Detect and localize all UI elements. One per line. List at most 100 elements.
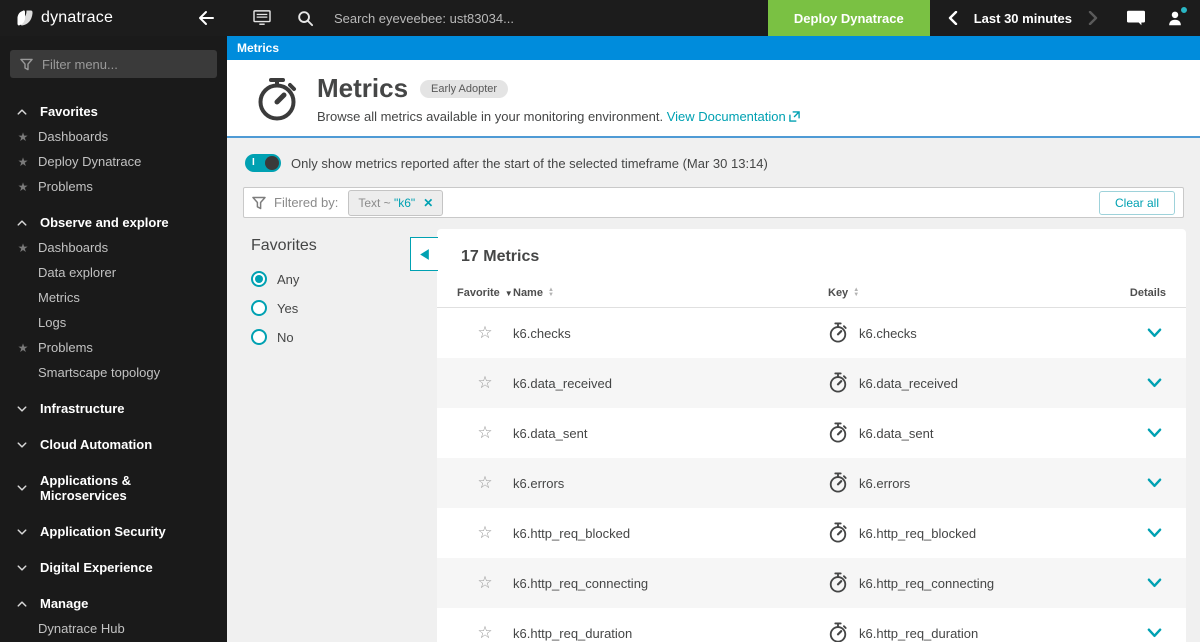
favorite-star-outline-icon[interactable]: ☆ <box>457 323 513 343</box>
favorites-option-any[interactable]: Any <box>251 271 317 287</box>
favorite-star-outline-icon[interactable]: ☆ <box>457 523 513 543</box>
timeframe-next-icon[interactable] <box>1088 0 1098 36</box>
sort-descending-icon: ▼ <box>504 288 513 298</box>
table-row[interactable]: ☆ k6.data_sent k6.data_sent <box>437 408 1186 458</box>
sidebar-section-infrastructure[interactable]: Infrastructure <box>0 391 227 421</box>
details-cell <box>1096 377 1166 389</box>
sidebar-item-deploy-dynatrace[interactable]: ★ Deploy Dynatrace <box>0 149 227 174</box>
sidebar-filter-input[interactable]: Filter menu... <box>10 50 217 78</box>
expand-details-chevron-icon[interactable] <box>1147 627 1162 639</box>
sidebar-section-label: Infrastructure <box>40 401 125 416</box>
environment-icon[interactable] <box>243 0 281 36</box>
sidebar-item-dashboards[interactable]: ★ Dashboards <box>0 235 227 260</box>
favorite-star-outline-icon[interactable]: ☆ <box>457 423 513 443</box>
sidebar-item-label: Metrics <box>38 290 80 305</box>
user-menu-icon[interactable] <box>1156 0 1194 36</box>
search-icon[interactable] <box>295 0 316 36</box>
sidebar-item-smartscape-topology[interactable]: Smartscape topology <box>0 360 227 385</box>
table-row[interactable]: ☆ k6.http_req_connecting k6.http_req_conne… <box>437 558 1186 608</box>
timeframe-toggle-switch[interactable]: I <box>245 154 281 172</box>
sidebar-item-label: Smartscape topology <box>38 365 161 380</box>
sidebar-item-logs[interactable]: Logs <box>0 310 227 335</box>
details-cell <box>1096 477 1166 489</box>
metric-key-cell: k6.http_req_connecting <box>828 572 1096 594</box>
view-documentation-link[interactable]: View Documentation <box>667 109 801 124</box>
sidebar-item-problems[interactable]: ★ Problems <box>0 335 227 360</box>
expand-details-chevron-icon[interactable] <box>1147 327 1162 339</box>
sidebar-section-manage[interactable]: Manage <box>0 586 227 616</box>
sidebar-section-digital-experience[interactable]: Digital Experience <box>0 550 227 580</box>
toggle-knob <box>265 156 279 170</box>
table-row[interactable]: ☆ k6.data_received k6.data_received <box>437 358 1186 408</box>
sidebar-section-label: Manage <box>40 596 89 611</box>
details-cell <box>1096 327 1166 339</box>
sidebar-section-applications-microservices[interactable]: Applications & Microservices <box>0 463 227 508</box>
sidebar-section-label: Application Security <box>40 524 166 539</box>
collapse-panel-button[interactable] <box>410 237 438 271</box>
chat-icon[interactable] <box>1116 0 1156 36</box>
column-header-key[interactable]: Key ▲ ▼ <box>828 287 1096 299</box>
timeframe-label[interactable]: Last 30 minutes <box>974 11 1072 26</box>
main-content: Metrics Early Adopter Browse all metrics… <box>227 60 1200 642</box>
radio-selected-dot <box>255 275 263 283</box>
filter-chip-value: "k6" <box>394 195 416 210</box>
column-header-details-label: Details <box>1129 287 1166 299</box>
sidebar-collapse-arrow-icon[interactable] <box>197 10 215 26</box>
metric-name-cell: k6.data_received <box>513 375 613 391</box>
sidebar-section-label: Observe and explore <box>40 215 169 230</box>
sidebar-section-observe-and-explore[interactable]: Observe and explore <box>0 205 227 235</box>
logo-text: dynatrace <box>41 9 114 26</box>
favorite-star-outline-icon[interactable]: ☆ <box>457 623 513 642</box>
radio-button[interactable] <box>251 300 267 316</box>
details-cell <box>1096 627 1166 639</box>
metric-key-cell: k6.checks <box>828 322 1096 344</box>
column-header-favorite[interactable]: Favorite ▼ <box>457 287 513 299</box>
favorite-star-outline-icon[interactable]: ☆ <box>457 473 513 493</box>
table-row[interactable]: ☆ k6.errors k6.errors <box>437 458 1186 508</box>
page-tab-bar: Metrics <box>227 36 1200 60</box>
radio-button[interactable] <box>251 329 267 345</box>
expand-details-chevron-icon[interactable] <box>1147 527 1162 539</box>
filter-chip-prefix: Text ~ <box>358 195 394 210</box>
sidebar-item-label: Dashboards <box>38 240 109 255</box>
sidebar-item-dynatrace-hub[interactable]: Dynatrace Hub <box>0 616 227 641</box>
radio-button[interactable] <box>251 271 267 287</box>
stopwatch-icon <box>828 522 848 544</box>
filter-chip[interactable]: Text ~ "k6" ✕ <box>348 189 444 216</box>
clear-all-button[interactable]: Clear all <box>1098 190 1175 215</box>
sidebar-item-metrics[interactable]: Metrics <box>0 285 227 310</box>
sidebar-item-problems[interactable]: ★ Problems <box>0 174 227 199</box>
sidebar-item-data-explorer[interactable]: Data explorer <box>0 260 227 285</box>
search-input[interactable]: Search eyeveebee: ust83034... <box>334 11 514 26</box>
expand-details-chevron-icon[interactable] <box>1147 427 1162 439</box>
sidebar-section-application-security[interactable]: Application Security <box>0 514 227 544</box>
column-header-name[interactable]: Name ▲ ▼ <box>513 287 828 299</box>
metric-key-text: k6.checks <box>859 325 917 341</box>
sidebar-section-cloud-automation[interactable]: Cloud Automation <box>0 427 227 457</box>
expand-details-chevron-icon[interactable] <box>1147 577 1162 589</box>
dynatrace-logo[interactable]: dynatrace <box>16 9 113 27</box>
page-tab-title[interactable]: Metrics <box>237 41 279 55</box>
sidebar-section-favorites[interactable]: Favorites <box>0 94 227 124</box>
filter-chip-text: Text ~ "k6" <box>358 194 415 212</box>
deploy-dynatrace-button[interactable]: Deploy Dynatrace <box>767 0 930 36</box>
favorites-panel-title: Favorites <box>251 237 317 254</box>
early-adopter-badge: Early Adopter <box>420 79 509 98</box>
favorite-star-outline-icon[interactable]: ☆ <box>457 573 513 593</box>
favorites-option-no[interactable]: No <box>251 329 317 345</box>
favorites-option-yes[interactable]: Yes <box>251 300 317 316</box>
stopwatch-icon <box>828 322 848 344</box>
timeframe-previous-icon[interactable] <box>948 0 958 36</box>
filter-chip-remove-icon[interactable]: ✕ <box>423 196 433 210</box>
favorite-star-outline-icon[interactable]: ☆ <box>457 373 513 393</box>
chevron-down-icon <box>16 526 28 538</box>
table-row[interactable]: ☆ k6.checks k6.checks <box>437 308 1186 358</box>
table-row[interactable]: ☆ k6.http_req_duration k6.http_req_duratio… <box>437 608 1186 642</box>
table-row[interactable]: ☆ k6.http_req_blocked k6.http_req_blocked <box>437 508 1186 558</box>
expand-details-chevron-icon[interactable] <box>1147 477 1162 489</box>
expand-details-chevron-icon[interactable] <box>1147 377 1162 389</box>
chevron-down-icon <box>16 403 28 415</box>
view-documentation-text: View Documentation <box>666 109 786 124</box>
sidebar-item-dashboards[interactable]: ★ Dashboards <box>0 124 227 149</box>
filter-bar: Filtered by: Text ~ "k6" ✕ Clear all <box>243 187 1184 218</box>
